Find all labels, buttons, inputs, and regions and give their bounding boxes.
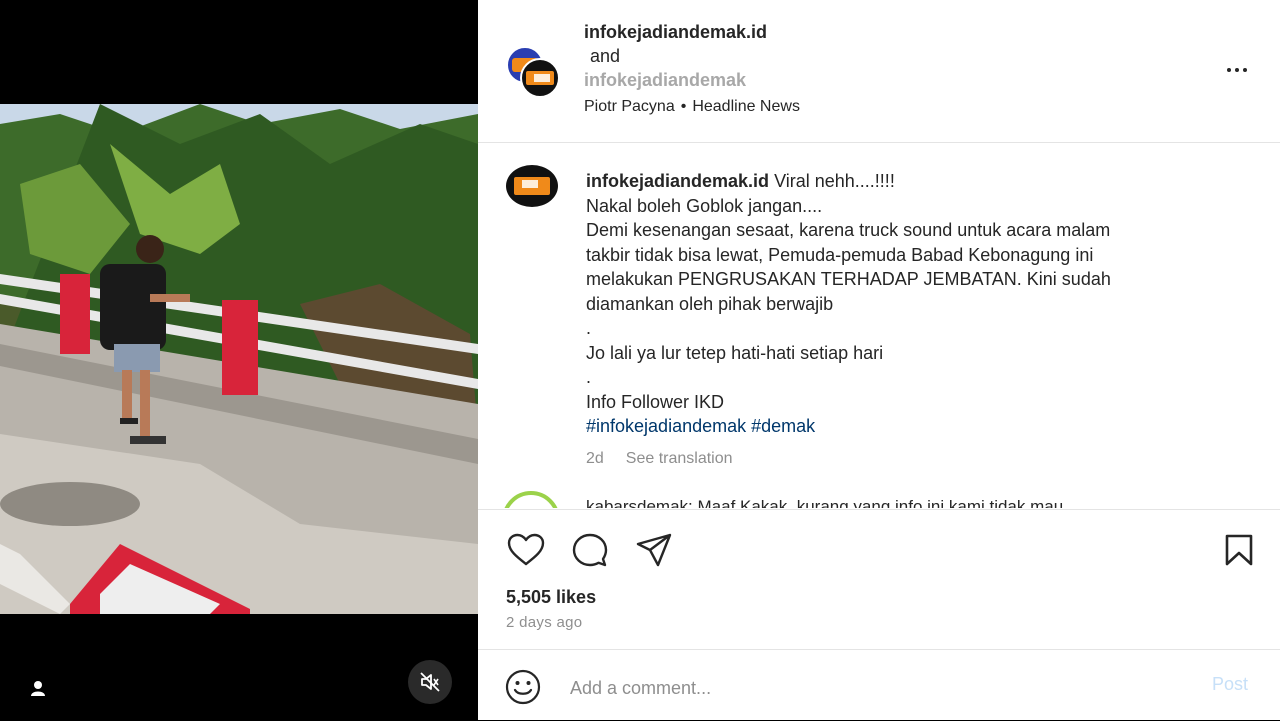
tagged-users-button[interactable] (24, 674, 52, 702)
caption-line: melakukan PENGRUSAKAN TERHADAP JEMBATAN.… (586, 269, 1111, 289)
likes-count[interactable]: 5,505 likes (506, 587, 596, 608)
and-text: and (590, 46, 621, 66)
bookmark-icon (1225, 534, 1253, 566)
caption-line: takbir tidak bisa lewat, Pemuda-pemuda B… (586, 244, 1094, 265)
user-icon (31, 681, 45, 696)
music-track-link[interactable]: Headline News (692, 98, 800, 115)
comment-button[interactable] (570, 530, 610, 570)
caption-age: 2d (586, 449, 604, 467)
heart-icon (507, 533, 545, 566)
post-timestamp[interactable]: 2 days ago (506, 614, 582, 631)
mute-toggle-button[interactable] (408, 660, 452, 704)
more-horizontal-icon (1225, 59, 1249, 77)
media-panel (0, 0, 478, 720)
post-header: infokejadiandemak.id and infokejadiandem… (478, 0, 1280, 143)
emoji-icon (505, 669, 541, 705)
save-button[interactable] (1219, 530, 1259, 570)
caption-line: . (586, 318, 592, 338)
separator: • (680, 98, 687, 115)
caption-line: . (586, 367, 592, 387)
post-details-panel: infokejadiandemak.id and infokejadiandem… (478, 0, 1280, 720)
caption-line: Info Follower IKD (586, 391, 725, 412)
collab-avatars[interactable] (506, 46, 560, 98)
caption-line: Nakal boleh Goblok jangan.... (586, 195, 823, 216)
avatar[interactable] (506, 165, 558, 207)
comment-text: kabarsdemak: Maaf Kakak, kurang yang inf… (586, 497, 1064, 508)
send-icon (636, 533, 672, 567)
caption-text: infokejadiandemak.id Viral nehh....!!!! … (586, 169, 1246, 471)
more-options-button[interactable] (1222, 58, 1252, 78)
volume-muted-icon (420, 672, 440, 692)
brand-logo-icon (514, 177, 550, 195)
video-player[interactable] (0, 104, 478, 614)
comment-item: kabarsdemak: Maaf Kakak, kurang yang inf… (502, 491, 1262, 508)
caption-section: infokejadiandemak.id Viral nehh....!!!! … (478, 143, 1280, 508)
post-comment-button[interactable]: Post (1212, 674, 1248, 695)
brand-logo-icon (526, 71, 554, 85)
hashtag-link[interactable]: #infokejadiandemak (586, 416, 746, 436)
caption-meta: 2d See translation (586, 447, 1246, 472)
avatar (520, 58, 560, 98)
post-actions: 5,505 likes 2 days ago (478, 509, 1280, 650)
comment-input[interactable] (568, 672, 1152, 704)
share-button[interactable] (634, 530, 674, 570)
caption-line: diamankan oleh pihak berwajib (586, 293, 834, 314)
audio-info: Piotr Pacyna • Headline News (584, 98, 800, 116)
caption-line: Demi kesenangan sesaat, karena truck sou… (586, 220, 1111, 240)
caption-username-link[interactable]: infokejadiandemak.id (586, 171, 769, 191)
see-translation-link[interactable]: See translation (626, 450, 733, 467)
caption-line: Jo lali ya lur tetep hati-hati setiap ha… (586, 342, 884, 363)
video-frame (0, 104, 478, 614)
header-text: infokejadiandemak.id and infokejadiandem… (584, 20, 800, 116)
like-button[interactable] (506, 530, 546, 570)
comment-composer: Post (478, 649, 1280, 721)
caption-line: Viral nehh....!!!! (774, 171, 895, 191)
comment-icon (572, 533, 608, 567)
author-secondary-link[interactable]: infokejadiandemak (584, 70, 746, 90)
emoji-picker-button[interactable] (504, 668, 542, 706)
avatar[interactable] (502, 491, 560, 508)
music-artist-link[interactable]: Piotr Pacyna (584, 98, 675, 115)
hashtag-link[interactable]: #demak (751, 416, 815, 436)
author-primary-link[interactable]: infokejadiandemak.id (584, 22, 767, 42)
